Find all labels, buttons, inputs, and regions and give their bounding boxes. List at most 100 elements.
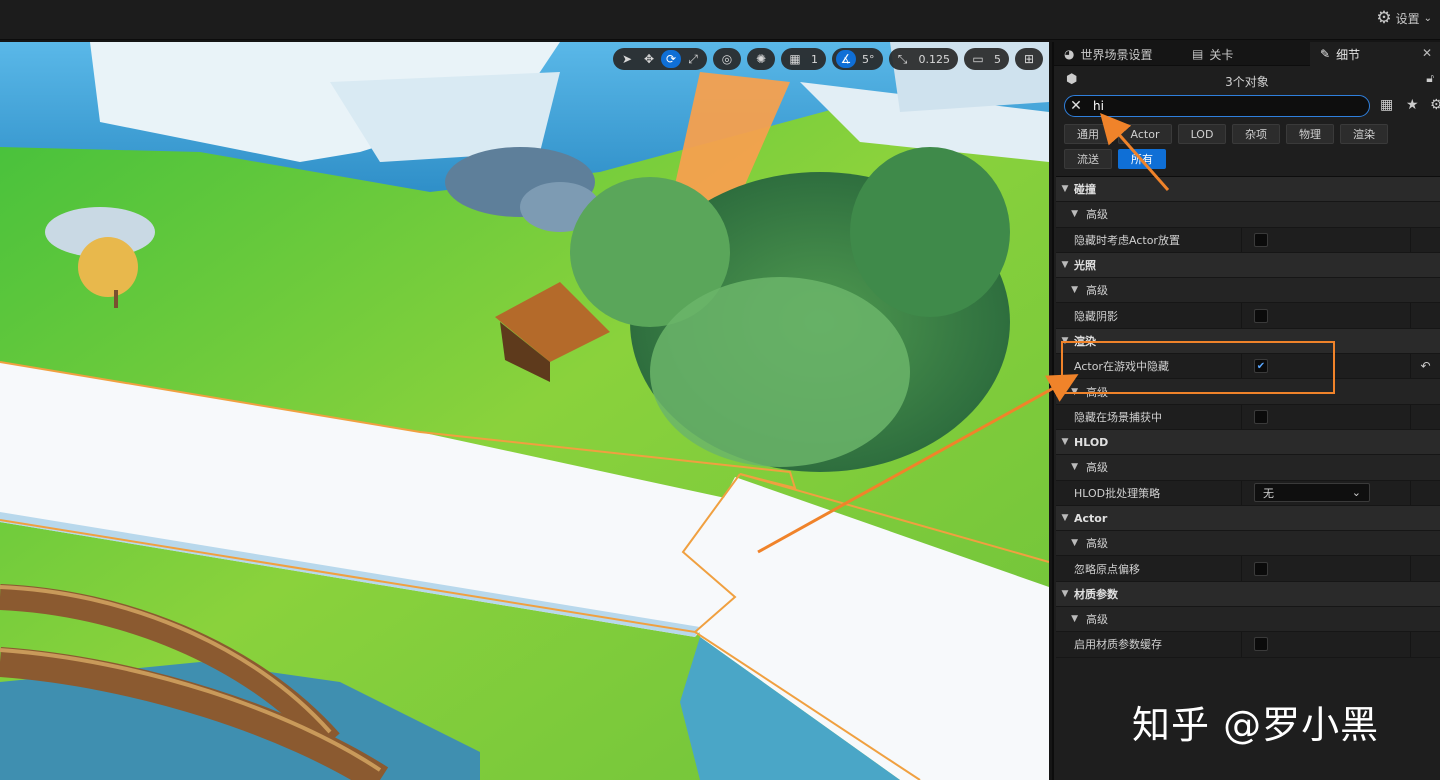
globe-icon: ◕ [1064, 47, 1075, 61]
filter-all[interactable]: 所有 [1118, 149, 1166, 169]
expand-arrow-icon: ▼ [1071, 462, 1078, 473]
surface-snap: ✺ [747, 48, 775, 70]
viewport-layout-icon[interactable]: ⊞ [1019, 50, 1039, 68]
tab-world-settings[interactable]: ◕ 世界场景设置 [1054, 42, 1182, 66]
expand-arrow-icon: ▼ [1071, 285, 1078, 296]
property-checkbox[interactable] [1254, 232, 1268, 247]
select-tool-icon[interactable]: ➤ [617, 50, 637, 68]
rotate-tool-icon[interactable]: ⟳ [661, 50, 681, 68]
watermark: 知乎 @罗小黑 [1132, 703, 1380, 747]
clear-search-icon[interactable]: ✕ [1065, 98, 1087, 114]
layout-tools[interactable]: ⊞ [1015, 48, 1043, 70]
property-name: 隐藏时考虑Actor放置 [1056, 227, 1242, 252]
grid-snap-value[interactable]: 1 [807, 53, 822, 66]
advanced-group[interactable]: ▼ 高级 [1056, 531, 1440, 557]
property-row: HLOD批处理策略 无 ⌄ [1056, 480, 1440, 506]
selection-header: ⬢ 3个对象 🔓︎ [1054, 66, 1440, 94]
rotation-snap-value[interactable]: 5° [858, 53, 879, 66]
property-name: 启用材质参数缓存 [1056, 632, 1242, 657]
camera-speed-value[interactable]: 5 [990, 53, 1005, 66]
scale-snap[interactable]: ⤡ 0.125 [888, 48, 958, 70]
property-name: 隐藏在场景捕获中 [1056, 404, 1242, 429]
world-space-icon[interactable]: ◎ [717, 50, 737, 68]
property-list: ▼ 碰撞 ▼ 高级 隐藏时考虑Actor放置 ▼ 光照 ▼ 高级 隐藏阴影 ▼ [1056, 176, 1440, 658]
category-title: 渲染 [1074, 334, 1096, 348]
advanced-label: 高级 [1086, 537, 1108, 551]
filter-rendering[interactable]: 渲染 [1340, 124, 1388, 144]
search-input[interactable] [1087, 97, 1369, 115]
expand-arrow-icon: ▼ [1071, 386, 1078, 397]
category-lighting[interactable]: ▼ 光照 [1056, 252, 1440, 279]
advanced-label: 高级 [1086, 461, 1108, 475]
filter-physics[interactable]: 物理 [1286, 124, 1334, 144]
property-row: 启用材质参数缓存 [1056, 632, 1440, 658]
camera-speed[interactable]: ▭ 5 [964, 48, 1009, 70]
object-count: 3个对象 [1225, 75, 1269, 89]
property-name: HLOD批处理策略 [1056, 480, 1242, 505]
scale-snap-icon[interactable]: ⤡ [893, 50, 913, 68]
translate-tool-icon[interactable]: ✥ [639, 50, 659, 68]
camera-icon[interactable]: ▭ [968, 50, 988, 68]
grid-snap-icon[interactable]: ▦ [785, 50, 805, 68]
expand-arrow-icon: ▼ [1061, 260, 1069, 271]
tab-levels[interactable]: ▤ 关卡 [1182, 42, 1310, 66]
scale-tool-icon[interactable]: ⤢ [683, 50, 703, 68]
level-icon: ▤ [1192, 47, 1204, 61]
advanced-group[interactable]: ▼ 高级 [1056, 455, 1440, 481]
settings-button[interactable]: ⚙ 设置 ⌄ [1376, 10, 1432, 27]
filter-streaming[interactable]: 流送 [1064, 149, 1112, 169]
rotation-snap[interactable]: ∡ 5° [832, 48, 883, 70]
category-actor[interactable]: ▼ Actor [1056, 505, 1440, 532]
hlod-policy-dropdown[interactable]: 无 ⌄ [1254, 483, 1370, 503]
category-title: 碰撞 [1074, 183, 1096, 197]
gear-icon[interactable]: ⚙ [1430, 97, 1440, 113]
expand-arrow-icon: ▼ [1061, 184, 1069, 195]
filter-misc[interactable]: 杂项 [1232, 124, 1280, 144]
scale-snap-value[interactable]: 0.125 [915, 53, 955, 66]
advanced-label: 高级 [1086, 385, 1108, 399]
rotation-snap-icon[interactable]: ∡ [836, 50, 856, 68]
coord-tools: ◎ [713, 48, 741, 70]
property-checkbox[interactable] [1254, 409, 1268, 424]
gear-icon: ⚙ [1376, 8, 1392, 28]
scene-render [0, 42, 1049, 780]
level-viewport[interactable]: ➤ ✥ ⟳ ⤢ ◎ ✺ ▦ 1 ∡ 5° ⤡ 0.125 ▭ 5 ⊞ [0, 42, 1049, 780]
property-checkbox-checked[interactable]: ✔ [1254, 359, 1268, 374]
category-rendering[interactable]: ▼ 渲染 [1056, 328, 1440, 355]
category-hlod[interactable]: ▼ HLOD [1056, 429, 1440, 456]
advanced-label: 高级 [1086, 284, 1108, 298]
filter-actor[interactable]: Actor [1118, 124, 1172, 144]
reset-to-default-icon[interactable]: ↶ [1410, 354, 1440, 379]
search-row: ✕ ▦ ★ ⚙ [1054, 94, 1440, 122]
expand-arrow-icon: ▼ [1061, 437, 1069, 448]
transform-tools: ➤ ✥ ⟳ ⤢ [613, 48, 707, 70]
advanced-label: 高级 [1086, 208, 1108, 222]
property-checkbox[interactable] [1254, 561, 1268, 576]
lock-icon[interactable]: 🔓︎ [1426, 71, 1434, 86]
property-row: 隐藏阴影 [1056, 303, 1440, 329]
property-checkbox[interactable] [1254, 308, 1268, 323]
advanced-group[interactable]: ▼ 高级 [1056, 379, 1440, 405]
surface-snap-icon[interactable]: ✺ [751, 50, 771, 68]
details-icon: ✎ [1320, 47, 1331, 61]
expand-arrow-icon: ▼ [1061, 335, 1069, 346]
property-checkbox[interactable] [1254, 637, 1268, 652]
property-matrix-icon[interactable]: ▦ [1380, 97, 1393, 113]
grid-snap[interactable]: ▦ 1 [781, 48, 826, 70]
search-box: ✕ [1064, 95, 1370, 117]
close-icon[interactable]: ✕ [1422, 46, 1432, 60]
filter-lod[interactable]: LOD [1178, 124, 1226, 144]
advanced-group[interactable]: ▼ 高级 [1056, 607, 1440, 633]
category-material-params[interactable]: ▼ 材质参数 [1056, 581, 1440, 608]
advanced-label: 高级 [1086, 613, 1108, 627]
advanced-group[interactable]: ▼ 高级 [1056, 202, 1440, 228]
dropdown-value: 无 [1263, 486, 1274, 500]
category-title: 材质参数 [1074, 587, 1118, 601]
tab-details[interactable]: ✎ 细节 ✕ [1310, 42, 1440, 66]
advanced-group[interactable]: ▼ 高级 [1056, 278, 1440, 304]
filter-general[interactable]: 通用 [1064, 124, 1112, 144]
star-icon[interactable]: ★ [1406, 97, 1419, 113]
category-collision[interactable]: ▼ 碰撞 [1056, 177, 1440, 203]
details-panel: ◕ 世界场景设置 ▤ 关卡 ✎ 细节 ✕ ⬢ 3个对象 🔓︎ ✕ ▦ ★ ⚙ 通… [1052, 42, 1440, 780]
category-title: HLOD [1074, 435, 1109, 449]
